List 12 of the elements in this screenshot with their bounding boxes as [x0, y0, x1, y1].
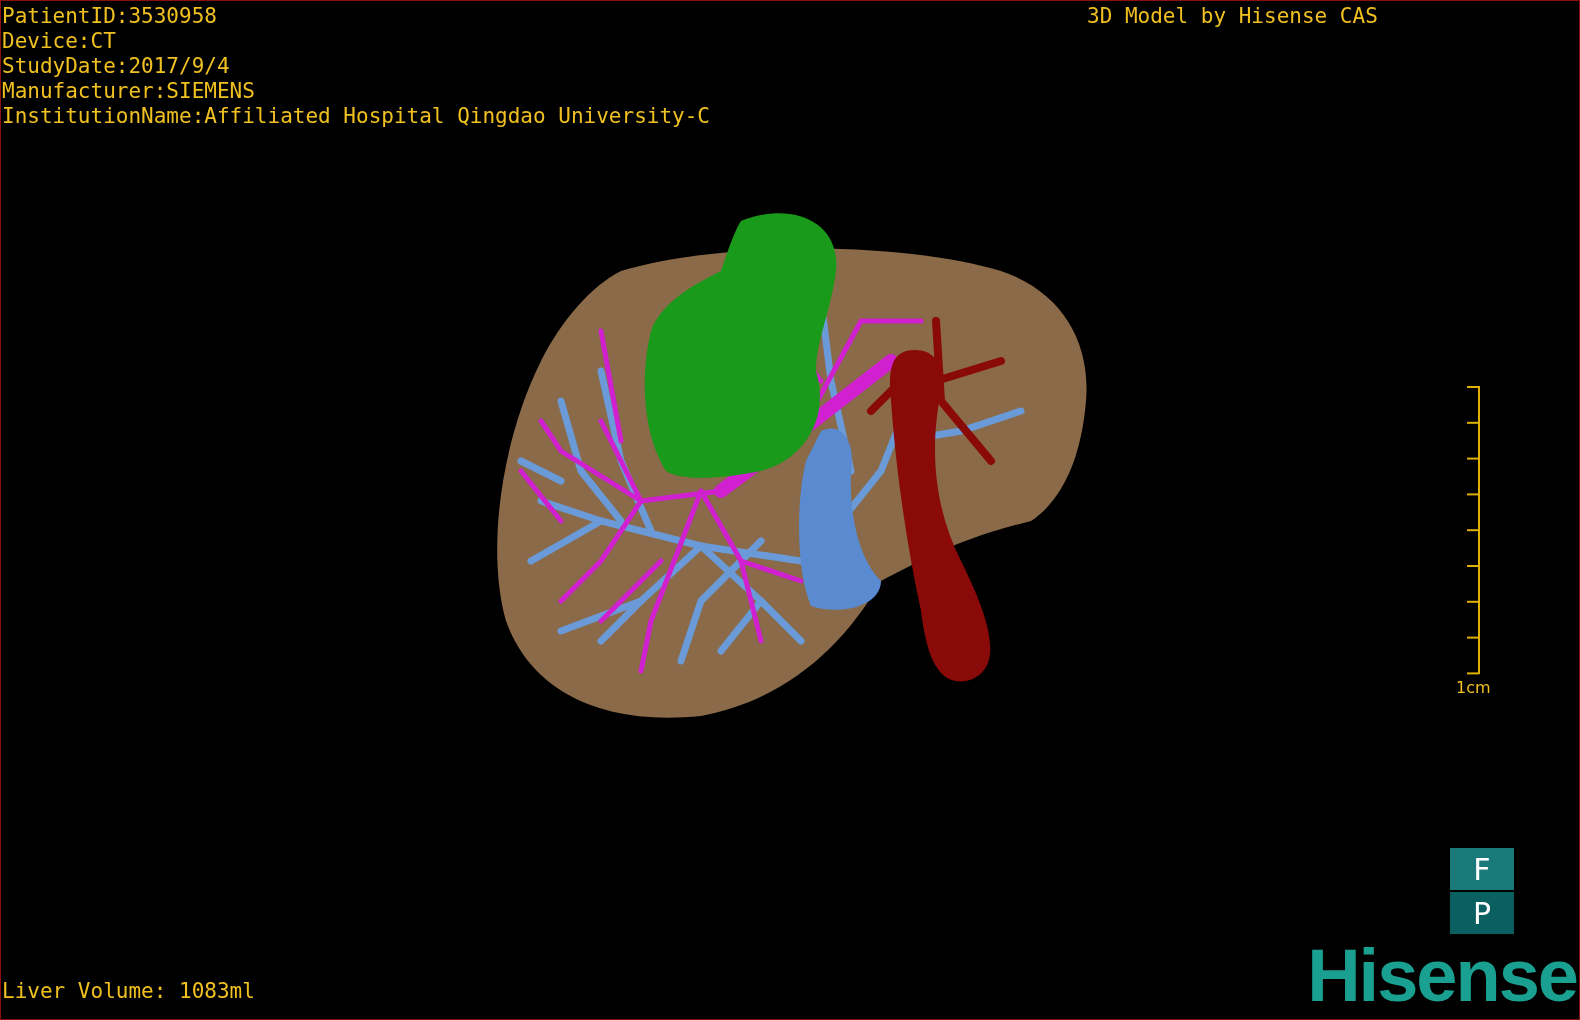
model-credit-text: 3D Model by Hisense CAS [1087, 4, 1378, 29]
orientation-cube[interactable]: F P [1450, 848, 1514, 934]
patient-info-text: StudyDate:2017/9/4 [2, 54, 230, 79]
patient-info-text: PatientID:3530958 [2, 4, 217, 29]
liver-volume-text: Liver Volume: 1083ml [2, 979, 255, 1004]
patient-info-text: Manufacturer:SIEMENS [2, 79, 255, 104]
patient-info-text: Device:CT [2, 29, 116, 54]
orientation-label: P [1450, 892, 1514, 934]
scale-label: 1cm [1456, 678, 1491, 697]
orientation-label: F [1450, 848, 1514, 890]
patient-info-text: InstitutionName:Affiliated Hospital Qingdao University-C [2, 104, 710, 129]
brand-logo: Hisense [1307, 941, 1577, 1011]
